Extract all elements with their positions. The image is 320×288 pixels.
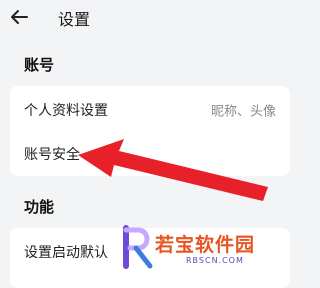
- back-button[interactable]: [6, 4, 32, 30]
- row-label: 设置启动默认: [24, 245, 108, 261]
- rbscn-logo-icon: [123, 225, 153, 269]
- account-card: 个人资料设置 昵称、头像 账号安全: [10, 86, 290, 176]
- page-title: 设置: [58, 10, 91, 29]
- watermark-brand: 若宝软件园: [155, 234, 256, 256]
- row-label: 个人资料设置: [24, 103, 108, 119]
- row-profile-settings[interactable]: 个人资料设置 昵称、头像: [10, 90, 290, 130]
- watermark-url: RBSCN.COM: [186, 256, 244, 265]
- watermark-logo: 若宝软件园 RBSCN.COM: [118, 222, 300, 273]
- section-title-features: 功能: [24, 198, 55, 216]
- back-arrow-icon: [11, 10, 28, 24]
- row-account-security[interactable]: 账号安全: [10, 134, 290, 174]
- row-value: 昵称、头像: [210, 104, 276, 120]
- section-title-account: 账号: [24, 56, 55, 74]
- row-label: 账号安全: [24, 147, 80, 163]
- app-header: 设置: [0, 0, 300, 36]
